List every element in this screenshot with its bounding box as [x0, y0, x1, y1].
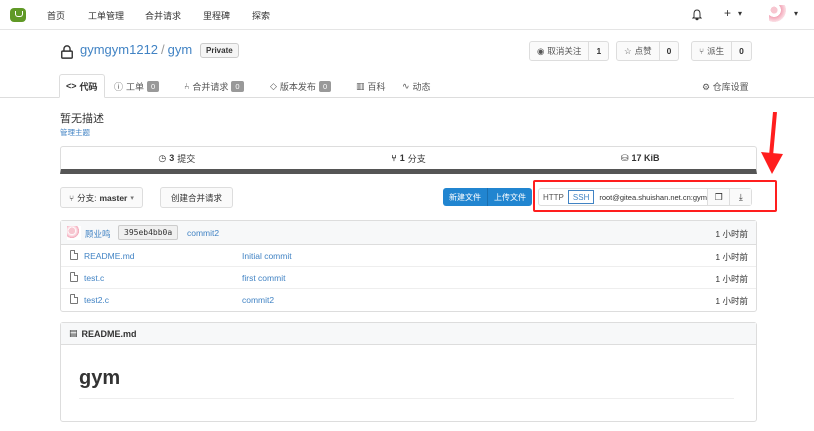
new-pull-request-button[interactable]: 创建合并请求: [160, 187, 234, 208]
readme-panel: ▤ README.md gym: [60, 322, 757, 422]
nav-home[interactable]: 首页: [47, 9, 65, 22]
star-count[interactable]: 0: [660, 46, 679, 56]
repo-name-link[interactable]: gym: [168, 42, 193, 57]
clone-panel: HTTP SSH root@gitea.shuishan.net.cn:gym …: [538, 188, 753, 206]
clone-url-input[interactable]: root@gitea.shuishan.net.cn:gym: [594, 193, 707, 202]
tab-pulls[interactable]: ⑃ 合并请求 0: [184, 74, 244, 98]
ssh-protocol-button[interactable]: SSH: [567, 190, 595, 204]
branches-stat[interactable]: ⑂ 1 分支: [293, 147, 525, 169]
lock-icon: [61, 45, 73, 59]
repo-description: 暂无描述: [60, 113, 104, 125]
history-icon: ◷: [158, 152, 167, 163]
new-file-button[interactable]: 新建文件: [443, 188, 487, 206]
tab-wiki[interactable]: ▥ 百科: [356, 74, 386, 98]
nav-milestones[interactable]: 里程碑: [203, 9, 230, 22]
file-time: 1 小时前: [715, 274, 748, 284]
releases-count: 0: [318, 80, 332, 92]
download-icon[interactable]: ⤓: [729, 189, 752, 205]
fork-icon: ⑂: [699, 46, 705, 56]
nav-pulls[interactable]: 合并请求: [145, 9, 181, 22]
file-time: 1 小时前: [715, 252, 748, 262]
copy-clipboard-icon[interactable]: ❐: [707, 189, 730, 205]
chevron-down-icon: ▾: [130, 194, 134, 202]
book-icon: ▤: [69, 328, 78, 338]
table-row: test.c first commit 1 小时前: [61, 267, 756, 289]
branch-icon: ⑂: [391, 153, 397, 163]
star-icon: ☆: [624, 45, 632, 56]
tools-icon: ⚙: [702, 82, 711, 92]
nav-issues[interactable]: 工单管理: [88, 9, 124, 22]
fork-count[interactable]: 0: [732, 46, 751, 56]
pulls-count: 0: [231, 80, 244, 92]
branch-icon: ⑂: [69, 192, 75, 203]
pulse-icon: ∿: [402, 80, 410, 91]
author-avatar[interactable]: [67, 226, 81, 240]
table-row: README.md Initial commit 1 小时前: [61, 245, 756, 267]
upload-file-button[interactable]: 上传文件: [487, 188, 532, 206]
readme-content: gym: [61, 367, 756, 399]
tab-releases[interactable]: ◇ 版本发布 0: [270, 74, 332, 98]
tab-settings[interactable]: ⚙ 仓库设置: [702, 80, 749, 93]
file-name-link[interactable]: README.md: [84, 251, 135, 261]
unwatch-button[interactable]: ◉ 取消关注 1: [529, 41, 610, 61]
file-icon: [70, 250, 78, 260]
gitea-logo-icon[interactable]: [10, 8, 26, 22]
commit-author[interactable]: 顾业鸣: [85, 228, 111, 240]
repo-title: gymgym1212/gym: [80, 42, 192, 57]
user-avatar[interactable]: [769, 5, 786, 22]
watch-count[interactable]: 1: [589, 46, 608, 56]
branch-name: master: [99, 192, 128, 203]
file-time: 1 小时前: [715, 296, 748, 306]
code-icon: <>: [66, 81, 77, 91]
readme-header: ▤ README.md: [61, 323, 756, 345]
commit-sha-button[interactable]: 395eb4bb0a: [118, 225, 179, 240]
nav-explore[interactable]: 探索: [252, 9, 270, 22]
http-protocol-button[interactable]: HTTP: [539, 189, 568, 205]
create-caret-icon[interactable]: ▾: [738, 9, 742, 18]
tab-code[interactable]: <> 代码: [59, 74, 105, 98]
file-commit-link[interactable]: commit2: [242, 295, 274, 305]
top-navbar: 首页 工单管理 合并请求 里程碑 探索 + ▾ ▾: [0, 0, 814, 30]
file-name-link[interactable]: test.c: [84, 273, 104, 283]
manage-topics-link[interactable]: 管理主题: [60, 127, 90, 138]
commit-message[interactable]: commit2: [187, 228, 219, 238]
create-new-icon[interactable]: +: [724, 6, 731, 20]
issues-count: 0: [147, 80, 160, 92]
file-name-link[interactable]: test2.c: [84, 295, 109, 305]
repo-owner-link[interactable]: gymgym1212: [80, 42, 158, 57]
file-commit-link[interactable]: first commit: [242, 273, 285, 283]
file-commit-link[interactable]: Initial commit: [242, 251, 292, 261]
issue-icon: ⓘ: [114, 81, 124, 92]
readme-filename: README.md: [81, 328, 137, 339]
eye-slash-icon: ◉: [537, 45, 545, 56]
file-table: 顾业鸣 395eb4bb0a commit2 1 小时前 README.md I…: [60, 220, 757, 312]
repo-stats-bar: ◷ 3 提交 ⑂ 1 分支 ⛁ 17 KiB: [60, 146, 757, 174]
bell-icon[interactable]: [692, 9, 702, 21]
file-icon: [70, 272, 78, 282]
pull-request-icon: ⑃: [184, 81, 190, 91]
file-icon: [70, 294, 78, 304]
private-badge: Private: [200, 43, 239, 58]
table-row: test2.c commit2 1 小时前: [61, 289, 756, 311]
annotation-arrow-icon: [761, 112, 783, 174]
database-icon: ⛁: [620, 152, 629, 163]
repo-separator: /: [161, 42, 165, 57]
fork-button[interactable]: ⑂ 派生 0: [691, 41, 752, 61]
star-button[interactable]: ☆ 点赞 0: [616, 41, 680, 61]
user-menu-caret-icon[interactable]: ▾: [794, 9, 798, 18]
tab-activity[interactable]: ∿ 动态: [402, 74, 431, 98]
latest-commit-row: 顾业鸣 395eb4bb0a commit2 1 小时前: [61, 221, 756, 245]
commit-time: 1 小时前: [715, 229, 748, 239]
file-actions-group: 新建文件 上传文件: [443, 188, 532, 206]
tag-icon: ◇: [270, 80, 277, 91]
readme-heading: gym: [79, 367, 734, 399]
book-icon: ▥: [356, 80, 365, 91]
size-stat: ⛁ 17 KiB: [620, 152, 660, 164]
branch-dropdown[interactable]: ⑂ 分支: master ▾: [60, 187, 143, 208]
tab-issues[interactable]: ⓘ 工单 0: [114, 74, 160, 98]
commits-stat[interactable]: ◷ 3 提交: [61, 147, 293, 169]
